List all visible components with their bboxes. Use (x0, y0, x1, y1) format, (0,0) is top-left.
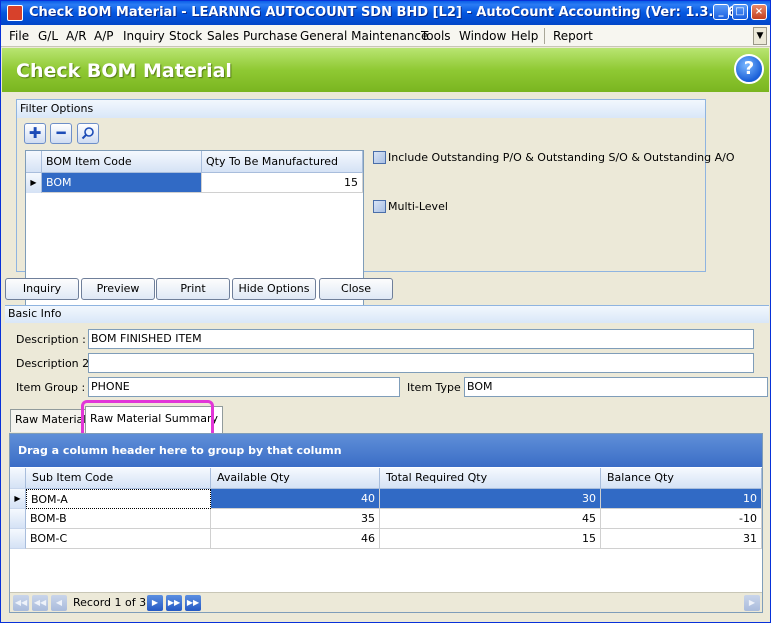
add-row-button[interactable]: ✚ (24, 123, 46, 144)
app-window: Check BOM Material - LEARNNG AUTOCOUNT S… (0, 0, 771, 623)
scroll-right-icon[interactable]: ▶ (744, 595, 760, 611)
available-qty-cell[interactable]: 46 (211, 529, 380, 549)
inquiry-button[interactable]: Inquiry (5, 278, 79, 300)
balance-qty-cell[interactable]: 31 (601, 529, 762, 549)
filter-options-panel: Filter Options ✚ ━ BOM Item Code Qty To … (16, 99, 734, 314)
menu-report[interactable]: Report (553, 29, 593, 43)
sub-item-code-cell[interactable]: BOM-B (26, 509, 211, 529)
row-indicator (10, 529, 26, 549)
print-button[interactable]: Print (156, 278, 230, 300)
close-button[interactable]: Close (319, 278, 393, 300)
column-header-total-required-qty[interactable]: Total Required Qty (380, 468, 601, 489)
menu-window[interactable]: Window (459, 29, 506, 43)
filter-options-title: Filter Options (17, 100, 705, 118)
menu-help[interactable]: Help (511, 29, 538, 43)
maximize-button[interactable]: □ (732, 4, 748, 20)
basic-info-title: Basic Info (5, 306, 769, 323)
multi-level-checkbox[interactable] (373, 200, 386, 213)
page-header: Check BOM Material ? (2, 48, 769, 92)
bom-item-code-cell[interactable]: BOM (42, 173, 202, 193)
prev-record-icon[interactable]: ◀ (51, 595, 67, 611)
sub-item-code-cell[interactable]: BOM-C (26, 529, 211, 549)
app-icon (7, 5, 23, 21)
description-field[interactable]: BOM FINISHED ITEM (88, 329, 754, 349)
menu-gl[interactable]: G/L (38, 29, 58, 43)
raw-material-summary-grid: Drag a column header here to group by th… (9, 433, 763, 613)
column-header-sub-item-code[interactable]: Sub Item Code (26, 468, 211, 489)
menu-purchase[interactable]: Purchase (243, 29, 298, 43)
qty-to-manufacture-cell[interactable]: 15 (202, 173, 363, 193)
total-required-qty-cell[interactable]: 45 (380, 509, 601, 529)
title-bar[interactable]: Check BOM Material - LEARNNG AUTOCOUNT S… (1, 1, 770, 25)
menu-inquiry[interactable]: Inquiry (123, 29, 165, 43)
record-count: Record 1 of 3 (73, 596, 147, 609)
tab-raw-material[interactable]: Raw Material (10, 409, 92, 432)
row-indicator-icon: ▶ (10, 489, 26, 509)
column-header-balance-qty[interactable]: Balance Qty (601, 468, 762, 489)
menu-bar: File G/L A/R A/P Inquiry Stock Sales Pur… (1, 25, 770, 47)
row-indicator-icon: ▶ (26, 173, 42, 193)
help-icon[interactable]: ? (734, 54, 764, 84)
item-group-field[interactable]: PHONE (88, 377, 400, 397)
menu-stock[interactable]: Stock (169, 29, 202, 43)
minus-icon: ━ (56, 124, 66, 142)
grid-corner (10, 468, 26, 489)
menu-sales[interactable]: Sales (207, 29, 239, 43)
menu-ap[interactable]: A/P (94, 29, 114, 43)
item-type-field[interactable]: BOM (464, 377, 768, 397)
grid-corner (26, 151, 42, 173)
plus-icon: ✚ (28, 124, 42, 142)
remove-row-button[interactable]: ━ (50, 123, 72, 144)
row-indicator (10, 509, 26, 529)
prev-page-icon[interactable]: ◀◀ (32, 595, 48, 611)
total-required-qty-cell[interactable]: 30 (380, 489, 601, 509)
record-navigator: ◀◀ ◀◀ ◀ Record 1 of 3 ▶ ▶▶ ▶▶ ▶ (10, 592, 762, 612)
first-record-icon[interactable]: ◀◀ (13, 595, 29, 611)
basic-info-panel: Basic Info Description : BOM FINISHED IT… (5, 305, 769, 407)
column-header-available-qty[interactable]: Available Qty (211, 468, 380, 489)
column-header-qty-to-manufacture[interactable]: Qty To Be Manufactured (202, 151, 363, 173)
description-label: Description : (16, 333, 86, 346)
item-type-label: Item Type : (407, 381, 469, 394)
preview-button[interactable]: Preview (81, 278, 155, 300)
item-group-label: Item Group : (16, 381, 86, 394)
group-by-panel[interactable]: Drag a column header here to group by th… (10, 434, 762, 467)
description2-label: Description 2 (16, 357, 90, 370)
column-header-bom-item-code[interactable]: BOM Item Code (42, 151, 202, 173)
minimize-button[interactable]: _ (713, 4, 729, 20)
search-icon (81, 127, 94, 140)
available-qty-cell[interactable]: 40 (211, 489, 380, 509)
menu-tools[interactable]: Tools (421, 29, 451, 43)
balance-qty-cell[interactable]: -10 (601, 509, 762, 529)
close-window-button[interactable]: × (751, 4, 767, 20)
chevron-down-icon[interactable]: ▼ (753, 27, 767, 45)
include-outstanding-label: Include Outstanding P/O & Outstanding S/… (388, 151, 735, 164)
available-qty-cell[interactable]: 35 (211, 509, 380, 529)
window-title: Check BOM Material - LEARNNG AUTOCOUNT S… (29, 5, 743, 20)
page-title: Check BOM Material (16, 60, 232, 82)
multi-level-label: Multi-Level (388, 200, 448, 213)
menu-separator (544, 28, 545, 44)
description2-field[interactable] (88, 353, 754, 373)
menu-ar[interactable]: A/R (66, 29, 87, 43)
last-record-icon[interactable]: ▶▶ (185, 595, 201, 611)
include-outstanding-checkbox[interactable] (373, 151, 386, 164)
sub-item-code-cell[interactable]: BOM-A (26, 489, 211, 509)
menu-file[interactable]: File (9, 29, 29, 43)
next-page-icon[interactable]: ▶▶ (166, 595, 182, 611)
search-button[interactable] (77, 123, 99, 144)
total-required-qty-cell[interactable]: 15 (380, 529, 601, 549)
menu-general-maintenance[interactable]: General Maintenance (300, 29, 428, 43)
next-record-icon[interactable]: ▶ (147, 595, 163, 611)
hide-options-button[interactable]: Hide Options (232, 278, 316, 300)
balance-qty-cell[interactable]: 10 (601, 489, 762, 509)
